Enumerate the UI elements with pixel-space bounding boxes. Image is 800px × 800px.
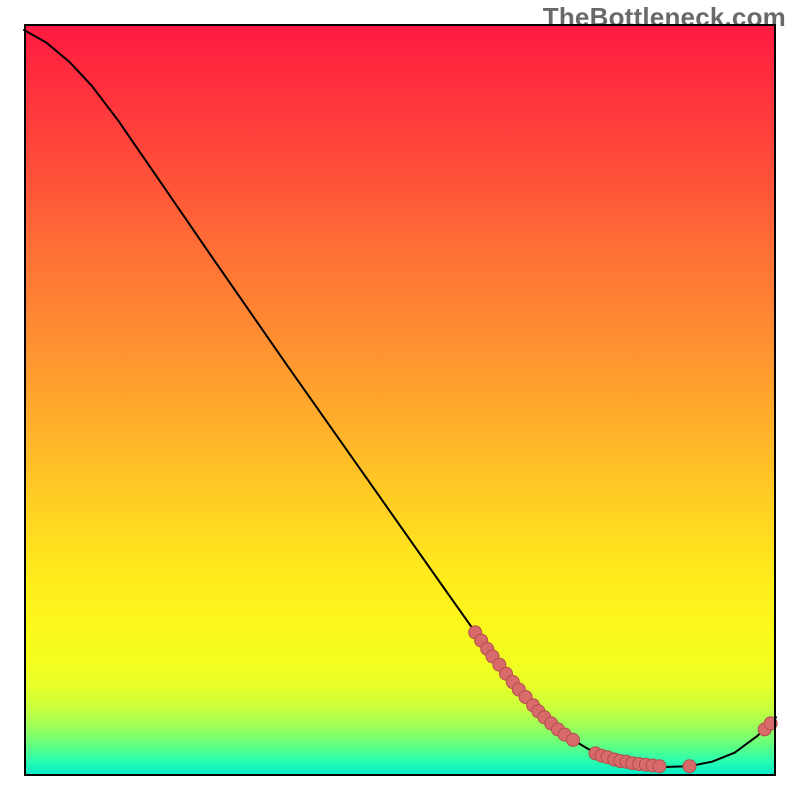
data-marker	[764, 717, 777, 730]
data-marker	[683, 760, 696, 773]
bottleneck-curve	[24, 30, 776, 767]
plot-background	[24, 24, 776, 776]
data-marker	[653, 760, 666, 773]
chart-wrapper: TheBottleneck.com	[0, 0, 800, 800]
scatter-markers	[469, 626, 778, 773]
data-marker	[567, 733, 580, 746]
curve-layer	[24, 24, 776, 776]
